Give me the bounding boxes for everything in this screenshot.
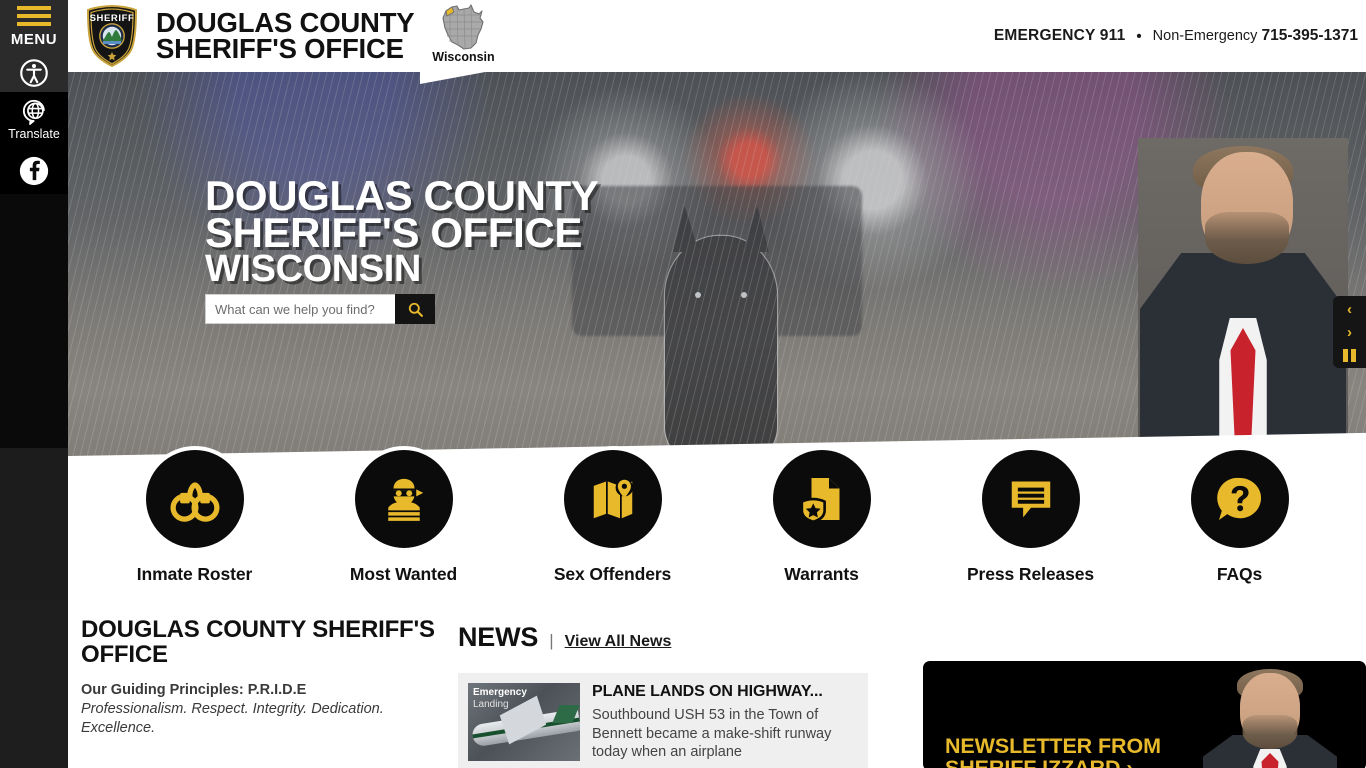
quicklink-icon-circle	[1186, 446, 1293, 552]
contact-separator: •	[1136, 27, 1142, 45]
facebook-icon	[19, 156, 49, 186]
hamburger-icon	[17, 6, 51, 30]
thumb-caption-line2: Landing	[473, 699, 509, 710]
news-heading: NEWS	[458, 622, 539, 652]
quicklink-icon-circle	[559, 446, 666, 552]
hero-carousel: DOUGLAS COUNTY SHERIFF'S OFFICE WISCONSI…	[68, 68, 1366, 468]
news-divider: |	[549, 631, 554, 650]
carousel-controls: ‹ ›	[1333, 296, 1366, 368]
quicklink-icon-circle	[977, 446, 1084, 552]
search-icon	[408, 302, 423, 317]
search-submit-button[interactable]	[395, 294, 435, 325]
newsletter-promo-card[interactable]: NEWSLETTER FROM SHERIFF IZZARD ›	[923, 661, 1366, 768]
about-heading: DOUGLAS COUNTY SHERIFF'S OFFICE	[81, 616, 435, 668]
emergency-number: EMERGENCY 911	[993, 27, 1126, 44]
hero-title-line3: WISCONSIN	[205, 247, 421, 290]
guiding-principles-text: Professionalism. Respect. Integrity. Ded…	[81, 700, 384, 736]
thumb-caption-line1: Emergency	[473, 687, 527, 698]
promo-line2: SHERIFF IZZARD ›	[945, 755, 1134, 768]
menu-label: MENU	[10, 31, 58, 48]
promo-line1: NEWSLETTER FROM	[945, 734, 1161, 758]
pause-icon	[1343, 348, 1356, 362]
hero-text-block: DOUGLAS COUNTY SHERIFF'S OFFICE WISCONSI…	[205, 175, 599, 325]
search-input[interactable]	[205, 294, 395, 325]
non-emergency-block: Non-Emergency 715-395-1371	[1153, 27, 1358, 45]
non-emergency-label: Non-Emergency	[1152, 28, 1258, 44]
wisconsin-map-icon	[442, 4, 485, 50]
quicklink-inmate-roster[interactable]: Inmate Roster	[109, 446, 281, 585]
sheriff-portrait-image	[1138, 138, 1348, 468]
sheriff-badge-icon: SHERIFF	[86, 4, 138, 68]
state-label: Wisconsin	[432, 50, 495, 64]
quicklink-label: Most Wanted	[349, 564, 458, 584]
carousel-next-button[interactable]: ›	[1338, 322, 1362, 342]
map-pin-icon	[593, 478, 633, 519]
quicklink-warrants[interactable]: Warrants	[736, 446, 908, 585]
news-item-title[interactable]: PLANE LANDS ON HIGHWAY...	[592, 683, 848, 701]
news-card[interactable]: Emergency Landing PLANE LANDS ON HIGHWAY…	[458, 673, 868, 768]
sheriff-badge-logo[interactable]: SHERIFF	[82, 4, 142, 68]
menu-toggle-button[interactable]: MENU	[0, 0, 68, 54]
quicklink-most-wanted[interactable]: Most Wanted	[318, 446, 490, 585]
page-root: MENU Translate DOUGLAS COUNTY SHERIFF'S …	[0, 0, 1366, 768]
quicklink-label: FAQs	[1216, 564, 1263, 584]
quicklink-label: Inmate Roster	[136, 564, 253, 584]
question-bubble-icon	[1216, 477, 1261, 520]
news-header: NEWS | View All News	[458, 622, 888, 653]
portrait-beard	[1205, 212, 1290, 264]
quick-links-row: Inmate Roster Most Wanted Sex Offenders …	[68, 446, 1366, 596]
promo-beard	[1242, 715, 1298, 749]
site-header: SHERIFF DOUGLAS COUNTY SHERIFF'S OFFICE	[68, 0, 1366, 72]
sidebar-background-fill-3	[0, 600, 68, 768]
accessibility-button[interactable]	[0, 54, 68, 92]
news-card-body: PLANE LANDS ON HIGHWAY... Southbound USH…	[592, 683, 848, 768]
site-title-line2: SHERIFF'S OFFICE	[156, 33, 404, 64]
header-contact-info: EMERGENCY 911 • Non-Emergency 715-395-13…	[994, 27, 1358, 45]
non-emergency-number[interactable]: 715-395-1371	[1261, 27, 1358, 44]
handcuffs-icon	[170, 482, 219, 522]
carousel-prev-button[interactable]: ‹	[1338, 299, 1362, 319]
quicklink-icon-circle	[350, 446, 457, 552]
facebook-link[interactable]	[0, 148, 68, 194]
quicklink-sex-offenders[interactable]: Sex Offenders	[527, 446, 699, 585]
news-item-excerpt: Southbound USH 53 in the Town of Bennett…	[592, 707, 832, 761]
quicklink-label: Warrants	[784, 564, 859, 584]
carousel-pause-button[interactable]	[1338, 345, 1362, 365]
globe-translate-icon	[22, 100, 45, 126]
lower-content-region: DOUGLAS COUNTY SHERIFF'S OFFICE Our Guid…	[68, 606, 1366, 768]
left-utility-sidebar: MENU Translate	[0, 0, 68, 768]
burglar-icon	[387, 478, 423, 521]
site-title: DOUGLAS COUNTY SHERIFF'S OFFICE	[156, 8, 415, 64]
view-all-news-link[interactable]: View All News	[565, 633, 672, 651]
speech-bubble-icon	[1011, 481, 1050, 518]
quicklink-icon-circle	[141, 446, 248, 552]
quicklink-label: Press Releases	[966, 564, 1095, 584]
translate-button[interactable]: Translate	[0, 92, 68, 148]
hero-title: DOUGLAS COUNTY SHERIFF'S OFFICE WISCONSI…	[205, 175, 599, 290]
news-thumbnail-image: Emergency Landing	[468, 683, 580, 761]
document-shield-icon	[800, 478, 839, 524]
quicklink-label: Sex Offenders	[553, 564, 672, 584]
wisconsin-state-map: Wisconsin	[432, 2, 495, 70]
sheriff-promo-portrait	[1202, 667, 1338, 768]
quicklink-press-releases[interactable]: Press Releases	[945, 446, 1117, 585]
svg-text:SHERIFF: SHERIFF	[90, 13, 135, 24]
newsletter-promo-text: NEWSLETTER FROM SHERIFF IZZARD ›	[945, 734, 1161, 768]
quicklink-icon-circle	[768, 446, 875, 552]
accessibility-icon	[20, 59, 48, 87]
news-column: NEWS | View All News Emergency Landing P…	[458, 622, 888, 768]
about-column: DOUGLAS COUNTY SHERIFF'S OFFICE Our Guid…	[81, 616, 451, 738]
translate-label: Translate	[8, 127, 60, 142]
hero-title-line2: SHERIFF'S OFFICE	[205, 208, 582, 256]
guiding-principles-label: Our Guiding Principles: P.R.I.D.E	[81, 681, 307, 698]
site-search-form[interactable]	[205, 294, 598, 325]
quicklink-faqs[interactable]: FAQs	[1154, 446, 1326, 585]
